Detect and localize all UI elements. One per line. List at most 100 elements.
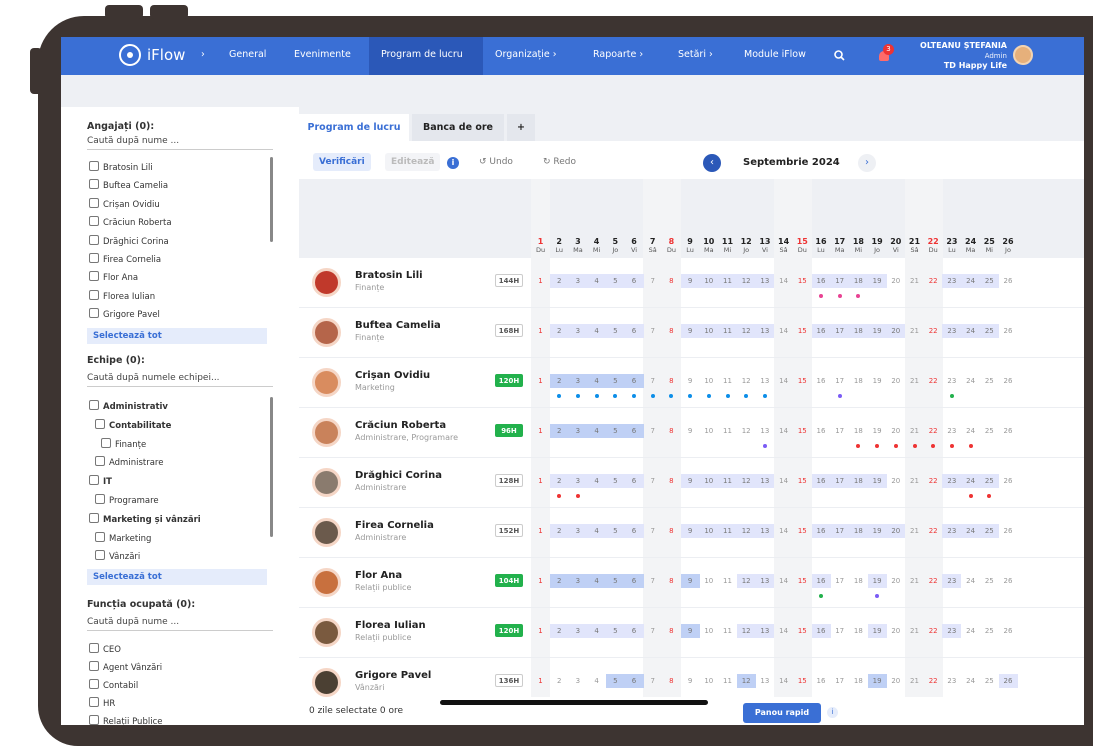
day-cell[interactable]: 25 [979,274,999,288]
day-cell[interactable]: 9 [680,574,700,588]
day-cell[interactable]: 11 [718,374,737,388]
day-cell[interactable]: 20 [886,324,906,338]
table-row[interactable]: Florea Iulian Relații publice 120H 1 2 3 4 5 6 7 8… [299,608,1084,658]
day-header[interactable]: 14 Sâ [774,237,793,255]
day-cell[interactable]: 1 [531,474,550,488]
day-cell[interactable]: 6 [624,524,644,538]
day-cell[interactable]: 13 [755,624,775,638]
verify-button[interactable]: Verificări [313,153,371,171]
day-header[interactable]: 24 Ma [961,237,980,255]
table-row[interactable]: Bratosin Lili Finanțe 144H 1 2 3 4 5 6 7 8 9 10 11 12 1… [299,258,1084,308]
day-cell[interactable]: 12 [736,574,756,588]
team-checkbox[interactable]: Marketing [95,532,151,544]
day-cell[interactable]: 20 [886,524,906,538]
day-cell[interactable]: 10 [699,424,718,438]
day-cell[interactable]: 2 [550,674,569,688]
day-header[interactable]: 17 Ma [830,237,849,255]
employees-select-all-button[interactable]: Selectează tot [87,328,267,344]
day-cell[interactable]: 17 [830,674,849,688]
day-cell[interactable]: 25 [980,574,999,588]
day-cell[interactable]: 14 [774,674,793,688]
day-cell[interactable]: 19 [867,474,887,488]
day-cell[interactable]: 11 [718,524,737,538]
day-cell[interactable]: 14 [774,324,793,338]
day-cell[interactable]: 17 [830,474,850,488]
day-cell[interactable]: 17 [830,524,850,538]
functions-search-input[interactable]: Caută după nume ... [87,617,273,631]
day-cell[interactable]: 13 [755,274,775,288]
tab-banca-de-ore[interactable]: Banca de ore [412,114,504,141]
user-info[interactable]: OLTEANU ȘTEFANIA Admin TD Happy Life [903,41,1007,71]
day-cell[interactable]: 5 [605,524,625,538]
prev-month-button[interactable]: ‹ [703,154,721,172]
nav-organizatie[interactable]: Organizație › [495,49,557,60]
day-cell[interactable]: 16 [812,674,831,688]
day-cell[interactable]: 15 [793,574,812,588]
day-cell[interactable]: 3 [568,674,587,688]
day-cell[interactable]: 11 [718,674,737,688]
employee-name[interactable]: Bratosin Lili [355,270,423,281]
day-cell[interactable]: 19 [867,324,887,338]
employee-checkbox[interactable]: Drăghici Corina [89,235,169,247]
day-cell[interactable]: 5 [605,674,625,688]
day-cell[interactable]: 8 [662,374,681,388]
day-cell[interactable]: 14 [774,424,793,438]
next-month-button[interactable]: › [858,154,876,172]
day-cell[interactable]: 15 [793,674,812,688]
day-cell[interactable]: 2 [549,324,569,338]
day-cell[interactable]: 4 [587,624,607,638]
day-header[interactable]: 20 Vi [886,237,905,255]
day-cell[interactable]: 21 [905,574,924,588]
day-header[interactable]: 22 Du [924,237,943,255]
day-cell[interactable]: 2 [549,274,569,288]
avatar[interactable] [1013,45,1033,65]
day-cell[interactable]: 11 [718,324,737,338]
day-cell[interactable]: 25 [979,524,999,538]
day-cell[interactable]: 18 [848,474,868,488]
day-cell[interactable]: 16 [811,574,831,588]
day-cell[interactable]: 1 [531,524,550,538]
day-cell[interactable]: 23 [942,674,961,688]
day-cell[interactable]: 15 [793,274,812,288]
day-cell[interactable]: 12 [736,524,756,538]
day-cell[interactable]: 17 [830,274,850,288]
day-cell[interactable]: 18 [849,624,868,638]
day-cell[interactable]: 19 [867,674,887,688]
function-checkbox[interactable]: HR [89,697,115,709]
day-header[interactable]: 8 Du [662,237,681,255]
day-cell[interactable]: 2 [549,574,569,588]
day-cell[interactable]: 17 [830,624,849,638]
day-cell[interactable]: 6 [624,424,644,438]
day-cell[interactable]: 5 [605,374,625,388]
day-header[interactable]: 7 Sâ [643,237,662,255]
day-cell[interactable]: 13 [755,324,775,338]
nav-rapoarte[interactable]: Rapoarte › [593,49,643,60]
day-cell[interactable]: 24 [961,624,980,638]
day-cell[interactable]: 2 [549,624,569,638]
day-cell[interactable]: 6 [624,274,644,288]
day-cell[interactable]: 23 [942,524,962,538]
day-cell[interactable]: 16 [812,424,831,438]
day-cell[interactable]: 17 [830,424,849,438]
day-cell[interactable]: 23 [942,324,962,338]
day-header[interactable]: 9 Lu [681,237,700,255]
day-cell[interactable]: 14 [774,474,793,488]
day-cell[interactable]: 21 [905,524,924,538]
employees-search-input[interactable]: Caută după nume ... [87,136,273,150]
day-cell[interactable]: 5 [605,474,625,488]
day-cell[interactable]: 10 [699,474,719,488]
day-cell[interactable]: 5 [605,324,625,338]
day-cell[interactable]: 23 [942,374,961,388]
day-cell[interactable]: 8 [662,574,681,588]
brand-name[interactable]: iFlow [147,46,185,64]
day-cell[interactable]: 25 [980,374,999,388]
day-cell[interactable]: 20 [886,574,905,588]
table-row[interactable]: Crăciun Roberta Administrare, Programare 9… [299,408,1084,458]
day-cell[interactable]: 6 [624,474,644,488]
day-cell[interactable]: 26 [999,524,1018,538]
day-cell[interactable]: 24 [961,524,981,538]
team-checkbox[interactable]: Administrativ [89,400,168,412]
day-cell[interactable]: 8 [662,524,681,538]
day-cell[interactable]: 26 [999,474,1018,488]
day-cell[interactable]: 8 [662,624,681,638]
